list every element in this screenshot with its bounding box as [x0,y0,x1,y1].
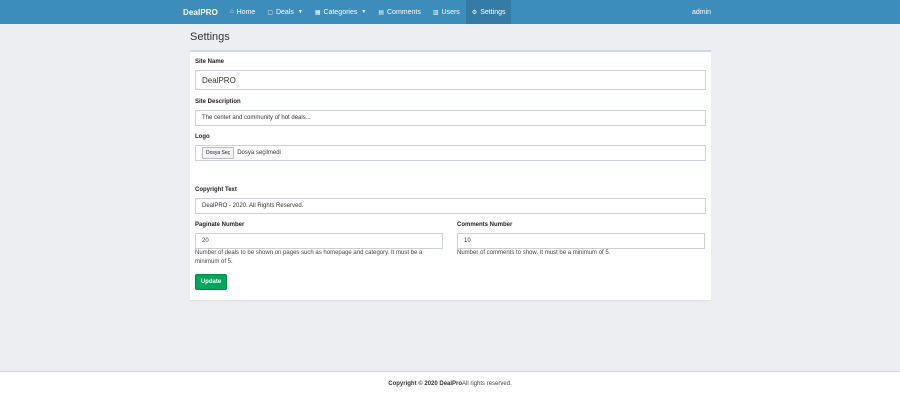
nav-item-label: Comments [387,8,421,16]
copyright-label: Copyright Text [195,187,237,193]
categories-icon: ▦ [314,9,321,16]
nav-item-label: Users [441,8,460,16]
brand-bold: Deal [183,7,201,17]
comments-icon: ▤ [378,9,384,16]
comments-number-input[interactable]: 10 [457,233,705,249]
site-name-label: Site Name [195,59,225,65]
nav-item-label: Settings [480,8,506,16]
paginate-number-label: Paginate Number [195,222,245,228]
nav-item-home[interactable]: ⌂ Home [224,0,261,24]
logo-file-input[interactable]: Dosya Seç Dosya seçilmedi [195,145,706,161]
file-status-text: Dosya seçilmedi [237,150,281,156]
update-button[interactable]: Update [195,274,227,290]
comments-number-label: Comments Number [457,222,513,228]
settings-panel: Site Name DealPRO Site Description The c… [190,50,711,300]
site-description-input[interactable]: The center and community of hot deals... [195,110,706,126]
nav-item-settings[interactable]: ⚙ Settings [465,0,512,24]
comments-help-text: Number of comments to show. It must be a… [457,250,611,256]
nav-item-deals[interactable]: ▢ Deals ▼ [261,0,309,24]
footer: Copyright © 2020 DealPro All rights rese… [0,371,900,395]
page-title: Settings [190,31,230,43]
deals-icon: ▢ [267,9,273,16]
footer-copyright: Copyright © 2020 DealPro [388,380,463,387]
nav-item-label: Home [236,8,256,16]
paginate-help-text: Number of deals to be shown on pages suc… [195,250,423,265]
gear-icon: ⚙ [471,9,478,16]
site-name-input[interactable]: DealPRO [195,70,706,90]
paginate-number-input[interactable]: 20 [195,233,443,249]
logo-label: Logo [195,134,210,140]
site-description-label: Site Description [195,99,241,105]
choose-file-button[interactable]: Dosya Seç [202,147,235,159]
nav-item-categories[interactable]: ▦ Categories ▼ [309,0,372,24]
nav-item-label: Categories [323,8,358,16]
caret-down-icon: ▼ [361,9,367,15]
brand-rest: PRO [200,7,218,17]
nav-menu: ⌂ Home ▢ Deals ▼ ▦ Categories ▼ ▤ Commen… [224,0,512,24]
users-icon: ▥ [432,9,439,16]
footer-rights: All rights reserved. [462,380,512,387]
caret-down-icon: ▼ [297,9,303,15]
nav-item-comments[interactable]: ▤ Comments [372,0,427,24]
home-icon: ⌂ [230,9,234,15]
user-menu[interactable]: admin [692,0,711,24]
copyright-input[interactable]: DealPRO - 2020. All Rights Reserved. [195,198,706,214]
brand-logo[interactable]: Deal PRO [183,0,218,24]
nav-item-users[interactable]: ▥ Users [427,0,466,24]
top-navbar: Deal PRO ⌂ Home ▢ Deals ▼ ▦ Categories ▼ … [0,0,900,24]
nav-item-label: Deals [275,8,294,16]
